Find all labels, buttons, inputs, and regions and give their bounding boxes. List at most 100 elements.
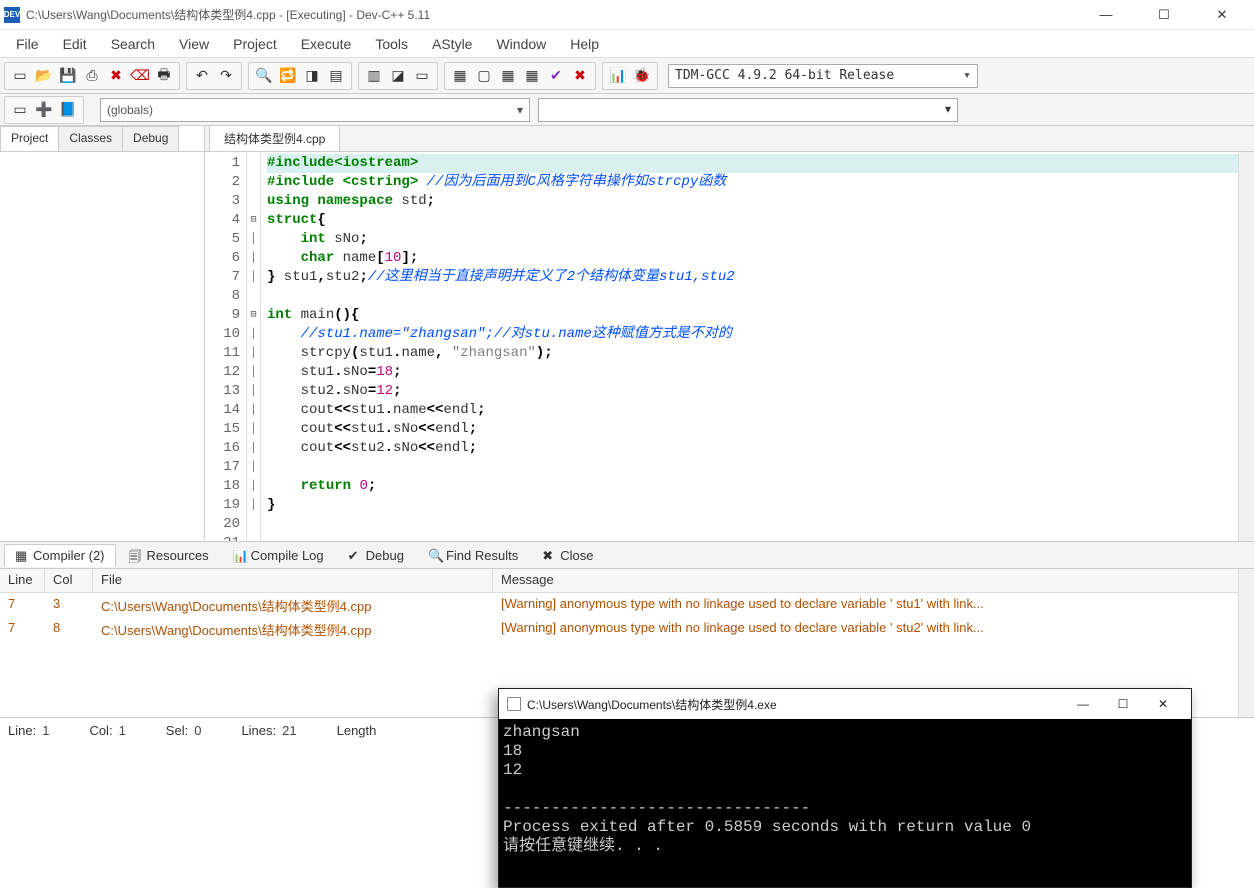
status-sel-label: Sel:	[166, 723, 188, 738]
status-col-value: 1	[119, 723, 126, 738]
debug-delete-icon[interactable]: 🐞	[631, 65, 653, 87]
compile-run-icon[interactable]: ▦	[497, 65, 519, 87]
line-gutter: 123456789101112131415161718192021	[205, 152, 247, 541]
editor-scrollbar[interactable]	[1238, 152, 1254, 541]
code-content[interactable]: #include<iostream>#include <cstring> //因…	[261, 152, 1254, 541]
console-titlebar[interactable]: C:\Users\Wang\Documents\结构体类型例4.exe — ☐ …	[499, 689, 1191, 719]
maximize-button[interactable]: ☐	[1144, 5, 1184, 25]
fold-gutter: ⊟│││⊟││││││││││	[247, 152, 261, 541]
menu-tools[interactable]: Tools	[365, 34, 418, 54]
close-all-icon[interactable]: ⌫	[129, 65, 151, 87]
scope-select[interactable]: (globals)	[100, 98, 530, 122]
console-window[interactable]: C:\Users\Wang\Documents\结构体类型例4.exe — ☐ …	[498, 688, 1192, 888]
titlebar: DEV C:\Users\Wang\Documents\结构体类型例4.cpp …	[0, 0, 1254, 30]
output-tab-debug[interactable]: ✔ Debug	[337, 544, 415, 567]
save-all-icon[interactable]: ⎙	[81, 65, 103, 87]
compiler-profile-select[interactable]: TDM-GCC 4.9.2 64-bit Release	[668, 64, 978, 88]
menu-execute[interactable]: Execute	[291, 34, 362, 54]
output-tab-label: Find Results	[446, 548, 518, 563]
header-line[interactable]: Line	[0, 569, 45, 592]
messages-scrollbar[interactable]	[1238, 569, 1254, 717]
replace-icon[interactable]: 🔁	[277, 65, 299, 87]
output-tab-compiler-[interactable]: ▦ Compiler (2)	[4, 544, 116, 567]
message-row[interactable]: 78C:\Users\Wang\Documents\结构体类型例4.cpp[Wa…	[0, 617, 1254, 641]
menubar: FileEditSearchViewProjectExecuteToolsASt…	[0, 30, 1254, 58]
close-button[interactable]: ✕	[1202, 5, 1242, 25]
save-icon[interactable]: 💾	[57, 65, 79, 87]
menu-file[interactable]: File	[6, 34, 49, 54]
side-panel: ProjectClassesDebug	[0, 126, 205, 541]
output-tab-label: Compile Log	[251, 548, 324, 563]
output-tab-label: Resources	[147, 548, 209, 563]
menu-window[interactable]: Window	[486, 34, 556, 54]
menu-view[interactable]: View	[169, 34, 219, 54]
console-minimize-button[interactable]: —	[1063, 697, 1103, 711]
close-file-icon[interactable]: ✖	[105, 65, 127, 87]
toggle-icon[interactable]: ◪	[387, 65, 409, 87]
redo-icon[interactable]: ↷	[215, 65, 237, 87]
status-line-value: 1	[42, 723, 49, 738]
print-icon[interactable]: 🖶	[153, 65, 175, 87]
code-editor[interactable]: 123456789101112131415161718192021 ⊟│││⊟│…	[205, 152, 1254, 541]
status-length-label: Length	[337, 723, 377, 738]
console-close-button[interactable]: ✕	[1143, 697, 1183, 711]
find-icon[interactable]: 🔍	[253, 65, 275, 87]
minimize-button[interactable]: —	[1086, 5, 1126, 25]
output-tab-compile-log[interactable]: 📊 Compile Log	[222, 544, 335, 567]
output-tabs: ▦ Compiler (2) 🗐Resources 📊 Compile Log ✔ Debu…	[0, 541, 1254, 569]
console-maximize-button[interactable]: ☐	[1103, 697, 1143, 711]
new-file-icon[interactable]: ▭	[9, 65, 31, 87]
output-tab-find-results[interactable]: 🔍 Find Results	[417, 544, 529, 567]
undo-icon[interactable]: ↶	[191, 65, 213, 87]
abort-icon[interactable]: ✖	[569, 65, 591, 87]
output-tab-label: Debug	[366, 548, 404, 563]
header-file[interactable]: File	[93, 569, 493, 592]
menu-help[interactable]: Help	[560, 34, 609, 54]
app-icon: DEV	[4, 7, 20, 23]
console-title-text: C:\Users\Wang\Documents\结构体类型例4.exe	[527, 696, 1063, 713]
compile-icon[interactable]: ▦	[449, 65, 471, 87]
header-message[interactable]: Message	[493, 569, 1254, 592]
status-col-label: Col:	[89, 723, 112, 738]
check-icon: ✔	[348, 548, 362, 562]
menu-search[interactable]: Search	[101, 34, 165, 54]
output-tab-close[interactable]: ✖ Close	[531, 544, 604, 567]
search-icon: 🔍	[428, 548, 442, 562]
main-toolbar: ▭ 📂 💾 ⎙ ✖ ⌫ 🖶 ↶ ↷ 🔍 🔁 ◨ ▤ ▥ ◪ ▭ ▦ ▢ ▦ ▦ …	[0, 58, 1254, 94]
new-project-icon[interactable]: ▭	[9, 99, 31, 121]
side-panel-tabs: ProjectClassesDebug	[0, 126, 204, 152]
console-icon	[507, 697, 521, 711]
message-row[interactable]: 73C:\Users\Wang\Documents\结构体类型例4.cpp[Wa…	[0, 593, 1254, 617]
editor-tabs: 结构体类型例4.cpp	[205, 126, 1254, 152]
menu-astyle[interactable]: AStyle	[422, 34, 482, 54]
output-tab-label: Close	[560, 548, 593, 563]
header-col[interactable]: Col	[45, 569, 93, 592]
book-icon[interactable]: 📘	[57, 99, 79, 121]
run-icon[interactable]: ▢	[473, 65, 495, 87]
status-sel-value: 0	[194, 723, 201, 738]
options-icon[interactable]: ▥	[363, 65, 385, 87]
bookmark-icon[interactable]: ▤	[325, 65, 347, 87]
profile-icon[interactable]: 📊	[607, 65, 629, 87]
editor-tab-active[interactable]: 结构体类型例4.cpp	[209, 125, 340, 151]
open-icon[interactable]: 📂	[33, 65, 55, 87]
bars-icon: 📊	[233, 548, 247, 562]
syntax-check-icon[interactable]: ✔	[545, 65, 567, 87]
x-icon: ✖	[542, 548, 556, 562]
status-line-label: Line:	[8, 723, 36, 738]
grid-icon: ▦	[15, 548, 29, 562]
menu-project[interactable]: Project	[223, 34, 287, 54]
full-icon[interactable]: ▭	[411, 65, 433, 87]
side-tab-debug[interactable]: Debug	[122, 126, 179, 151]
output-tab-label: Compiler (2)	[33, 548, 105, 563]
side-tab-project[interactable]: Project	[0, 126, 59, 151]
function-select[interactable]	[538, 98, 958, 122]
message-headers: Line Col File Message	[0, 569, 1254, 593]
goto-icon[interactable]: ◨	[301, 65, 323, 87]
side-tab-classes[interactable]: Classes	[58, 126, 123, 151]
menu-edit[interactable]: Edit	[53, 34, 97, 54]
output-tab-resources[interactable]: 🗐Resources	[118, 544, 220, 567]
add-file-icon[interactable]: ➕	[33, 99, 55, 121]
rebuild-icon[interactable]: ▦	[521, 65, 543, 87]
window-title: C:\Users\Wang\Documents\结构体类型例4.cpp - [E…	[26, 6, 1086, 23]
